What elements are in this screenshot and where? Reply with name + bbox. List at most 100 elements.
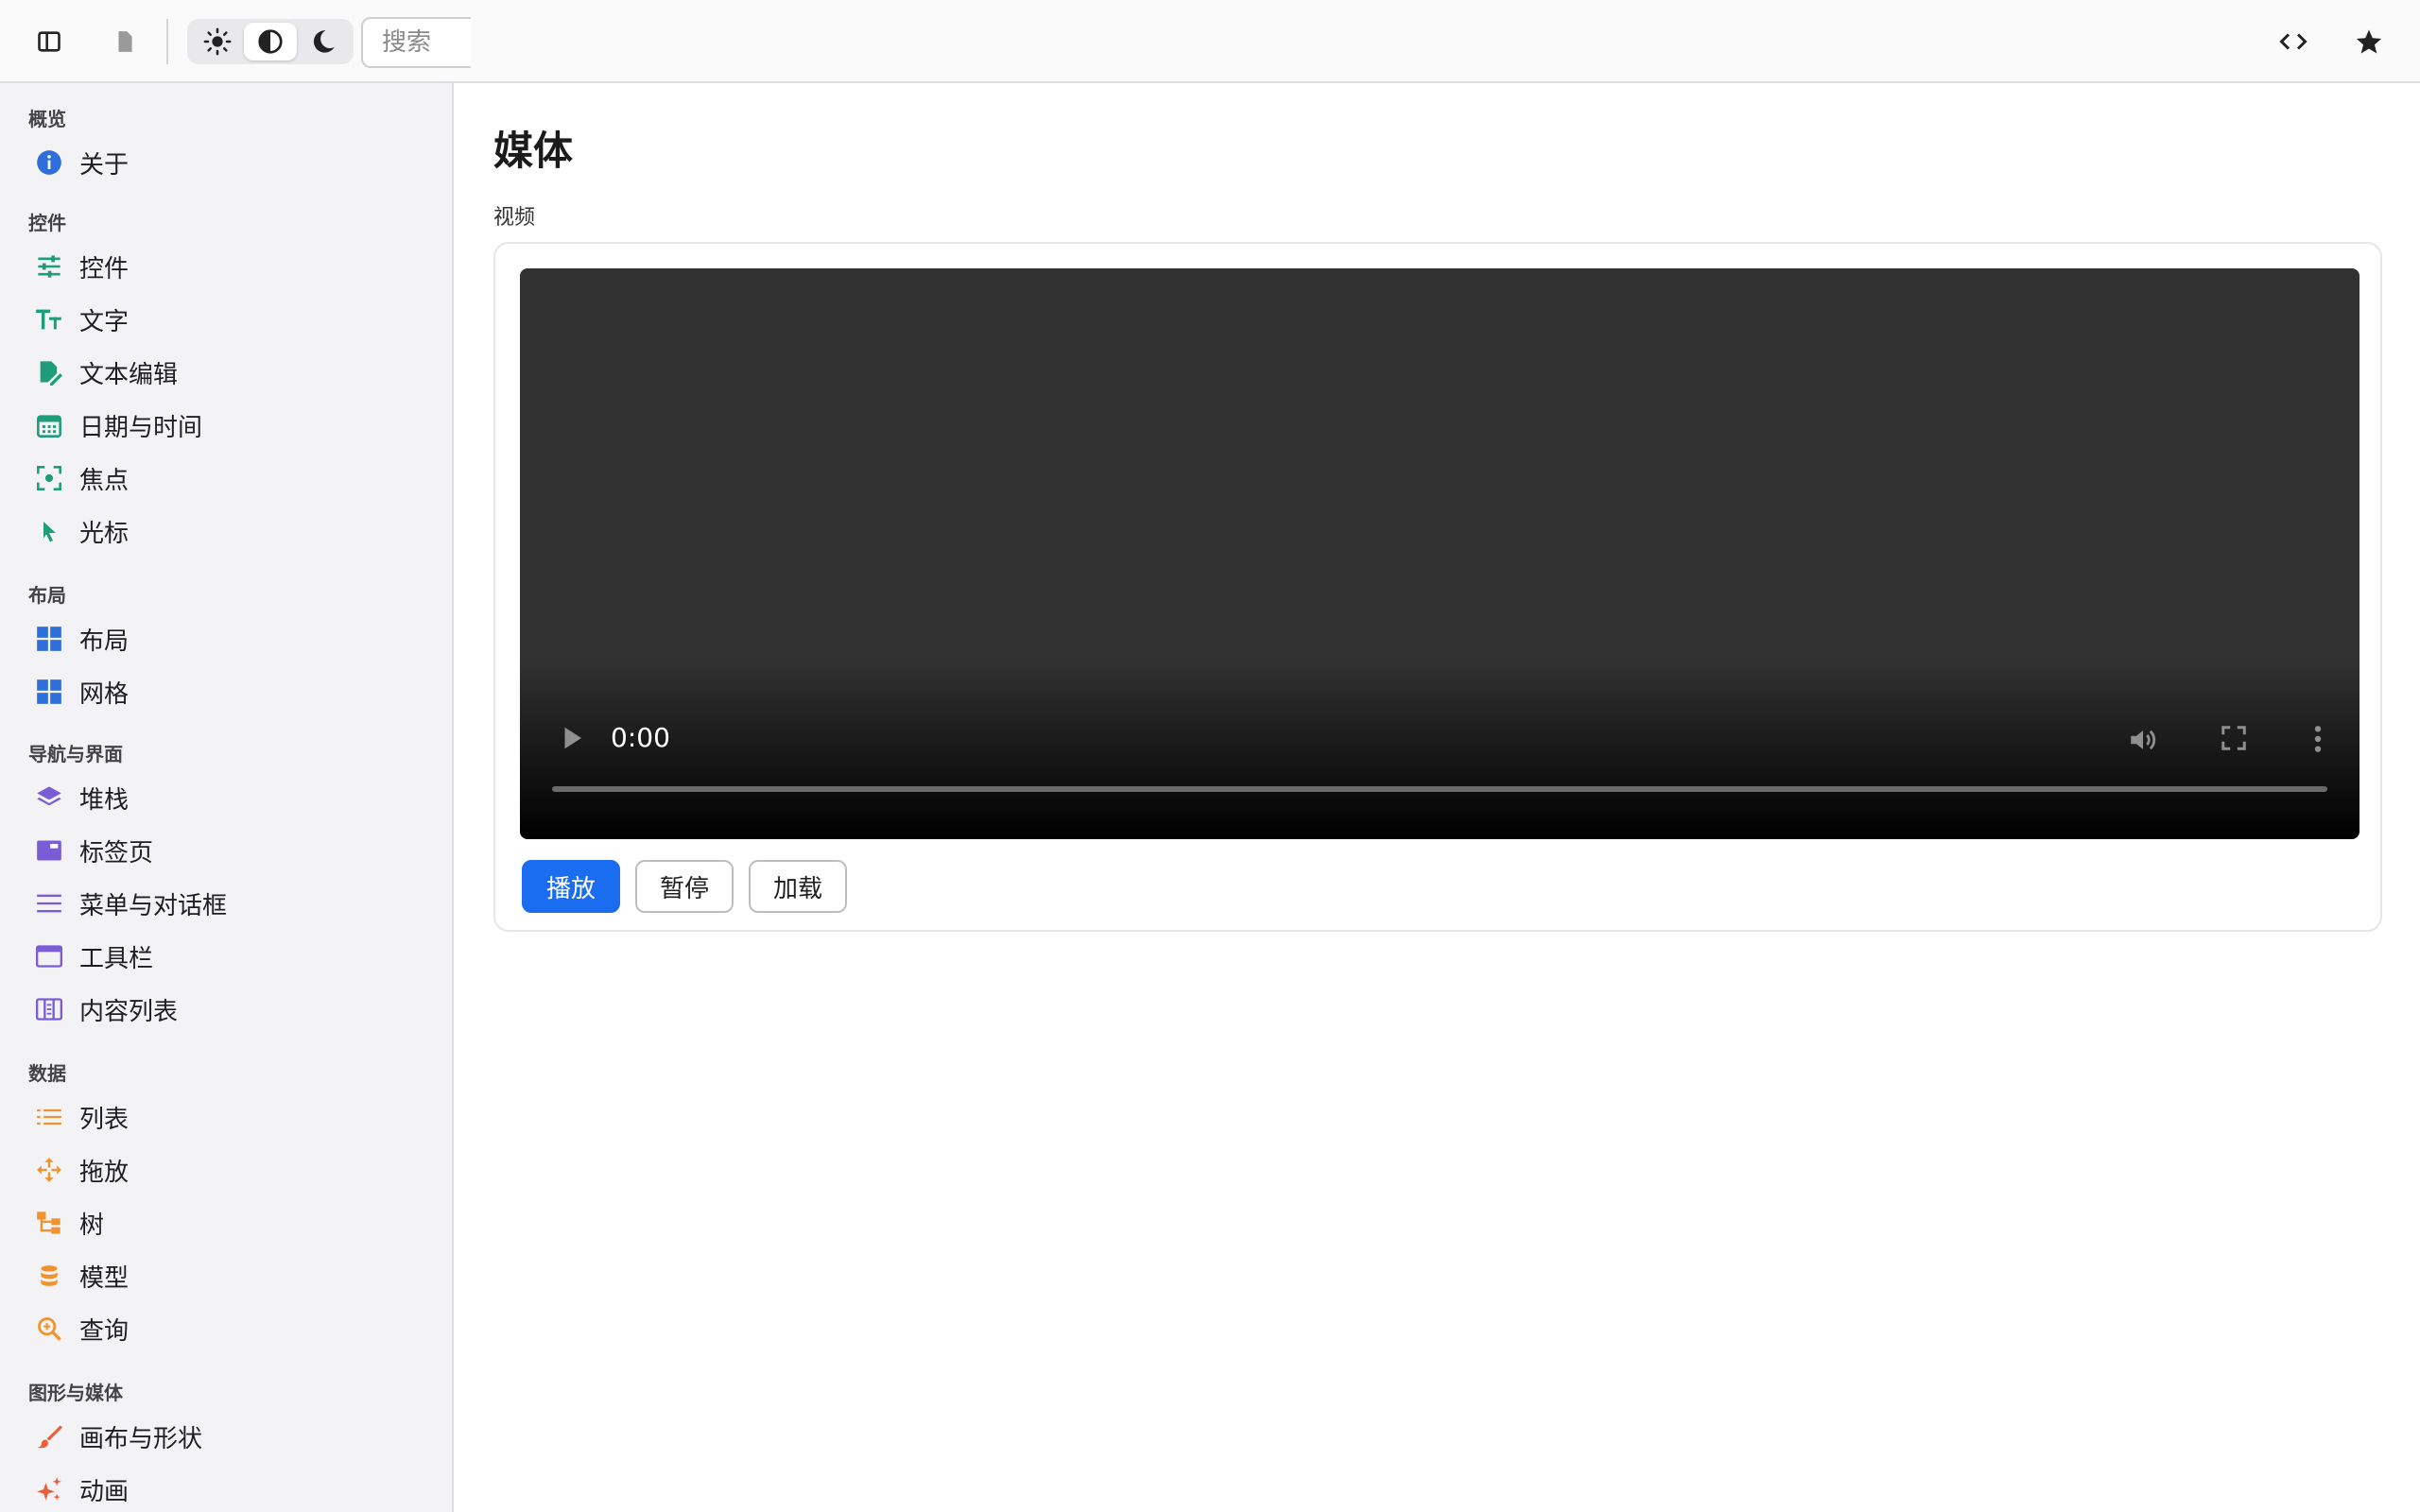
grid-icon: [30, 673, 68, 711]
list-icon: [30, 1098, 68, 1136]
pause-button[interactable]: 暂停: [635, 860, 734, 913]
sidebar-item-label: 文本编辑: [79, 360, 179, 389]
sidebar-item-label: 网格: [79, 679, 130, 709]
sidebar-section-title: 数据: [28, 1062, 66, 1085]
tabs-icon: [30, 832, 68, 869]
video-player[interactable]: 0:00: [520, 268, 2360, 839]
move-icon: [30, 1151, 68, 1189]
play-button[interactable]: 播放: [522, 860, 620, 913]
sidebar-section-title: 概览: [28, 108, 66, 130]
moon-icon: [313, 30, 335, 53]
sidebar-item-label: 控件: [79, 254, 130, 284]
sidebar-section-title: 布局: [28, 584, 66, 607]
video-progress-track[interactable]: [552, 786, 2327, 792]
sidebar-item-label: 树: [79, 1211, 105, 1240]
theme-light-button[interactable]: [191, 23, 244, 60]
focus-icon: [30, 459, 68, 497]
window-icon: [30, 937, 68, 975]
sidebar-item-list[interactable]: 列表: [15, 1092, 439, 1142]
sidebar-item-label: 内容列表: [79, 997, 179, 1026]
theme-switcher: [187, 19, 354, 64]
sidebar-item-label: 模型: [79, 1263, 130, 1293]
sidebar-section-title: 图形与媒体: [28, 1382, 123, 1404]
sidebar-item-model[interactable]: 模型: [15, 1251, 439, 1300]
sidebar-item-label: 布局: [79, 627, 130, 656]
sidebar-item-cursor[interactable]: 光标: [15, 507, 439, 556]
sidebar-item-canvas-shapes[interactable]: 画布与形状: [15, 1412, 439, 1461]
sidebar-item-label: 焦点: [79, 466, 130, 495]
star-icon: [2356, 29, 2382, 54]
sidebar-toggle-icon: [38, 31, 60, 52]
sidebar-item-label: 列表: [79, 1105, 130, 1134]
document-icon: [118, 31, 132, 52]
sidebar-item-about[interactable]: 关于: [15, 138, 439, 187]
grid-icon: [30, 620, 68, 658]
sidebar-toggle-button[interactable]: [26, 19, 72, 64]
play-icon[interactable]: [558, 724, 586, 756]
contrast-icon: [258, 29, 283, 54]
cursor-icon: [30, 512, 68, 550]
fullscreen-icon[interactable]: [2220, 724, 2248, 756]
calendar-icon: [30, 406, 68, 444]
sidebar-item-label: 标签页: [79, 838, 154, 868]
media-card: 0:00 播放 暂停 加载: [493, 242, 2382, 932]
section-label: 视频: [493, 206, 536, 230]
sidebar-item-label: 关于: [79, 150, 130, 180]
more-options-icon[interactable]: [2312, 724, 2324, 758]
sidebar-item-query[interactable]: 查询: [15, 1304, 439, 1353]
sidebar-item-content-list[interactable]: 内容列表: [15, 985, 439, 1034]
sidebar-item-label: 堆栈: [79, 785, 130, 815]
sidebar-item-label: 菜单与对话框: [79, 891, 228, 920]
menu-icon: [30, 885, 68, 922]
sidebar-item-label: 动画: [79, 1477, 130, 1506]
search-zoom-icon: [30, 1310, 68, 1348]
edit-document-icon: [30, 353, 68, 391]
sidebar: 概览 关于 控件 控件 文字 文本编辑 日期与时间 焦点 光标 布局 布局 网格…: [0, 83, 454, 1512]
toolbar: [0, 0, 2420, 83]
main-content: 媒体 视频 0:00 播放 暂停 加载: [456, 85, 2420, 1512]
sidebar-item-controls[interactable]: 控件: [15, 242, 439, 291]
document-button[interactable]: [102, 19, 147, 64]
sidebar-item-tabs[interactable]: 标签页: [15, 826, 439, 875]
video-time: 0:00: [611, 722, 670, 753]
sidebar-item-label: 画布与形状: [79, 1424, 203, 1453]
columns-icon: [30, 990, 68, 1028]
sidebar-item-text-edit[interactable]: 文本编辑: [15, 348, 439, 397]
search-input[interactable]: [361, 17, 471, 68]
sidebar-item-label: 日期与时间: [79, 413, 203, 442]
sidebar-item-label: 文字: [79, 307, 130, 336]
volume-icon[interactable]: [2127, 724, 2159, 760]
theme-dark-button[interactable]: [297, 23, 350, 60]
info-icon: [30, 144, 68, 181]
code-button[interactable]: [2271, 19, 2316, 64]
star-button[interactable]: [2346, 19, 2392, 64]
theme-auto-button[interactable]: [244, 23, 297, 60]
sun-icon: [203, 27, 232, 56]
brush-icon: [30, 1418, 68, 1455]
sparkle-icon: [30, 1470, 68, 1508]
sidebar-item-animation[interactable]: 动画: [15, 1465, 439, 1512]
sidebar-item-grid[interactable]: 网格: [15, 667, 439, 716]
code-icon: [2279, 33, 2308, 50]
layers-icon: [30, 779, 68, 816]
sidebar-item-text[interactable]: 文字: [15, 295, 439, 344]
sidebar-item-stack[interactable]: 堆栈: [15, 773, 439, 822]
page-title: 媒体: [493, 128, 574, 174]
sidebar-section-title: 导航与界面: [28, 743, 123, 765]
toolbar-divider: [166, 19, 168, 64]
sidebar-item-drag-drop[interactable]: 拖放: [15, 1145, 439, 1194]
sidebar-item-layout[interactable]: 布局: [15, 614, 439, 663]
sidebar-item-label: 查询: [79, 1316, 130, 1346]
sidebar-item-date-time[interactable]: 日期与时间: [15, 401, 439, 450]
sidebar-item-focus[interactable]: 焦点: [15, 454, 439, 503]
sidebar-item-label: 光标: [79, 519, 130, 548]
sidebar-section-title: 控件: [28, 212, 66, 234]
sidebar-item-menus-dialogs[interactable]: 菜单与对话框: [15, 879, 439, 928]
sidebar-item-label: 拖放: [79, 1158, 130, 1187]
database-icon: [30, 1257, 68, 1295]
sidebar-item-tree[interactable]: 树: [15, 1198, 439, 1247]
tree-icon: [30, 1204, 68, 1242]
load-button[interactable]: 加载: [749, 860, 847, 913]
sliders-icon: [30, 248, 68, 285]
sidebar-item-toolbar[interactable]: 工具栏: [15, 932, 439, 981]
